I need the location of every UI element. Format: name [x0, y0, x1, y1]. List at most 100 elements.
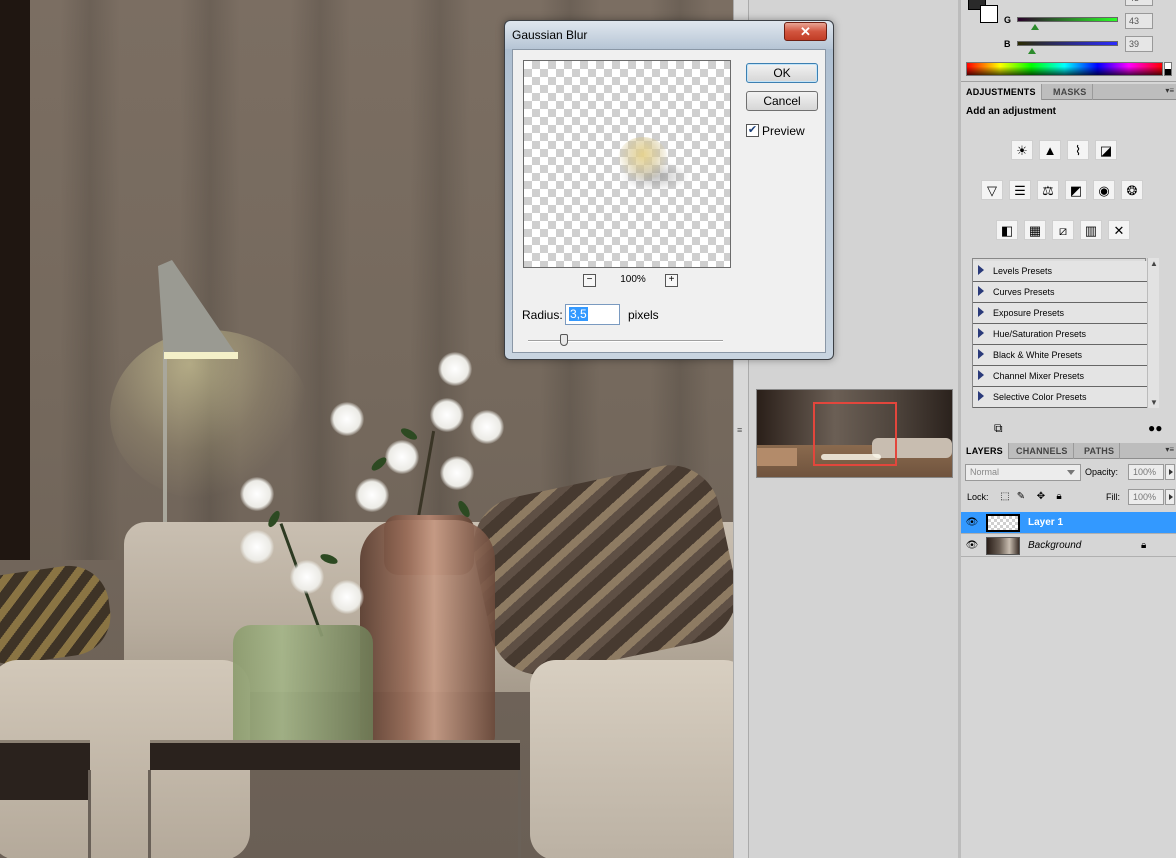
- channel-mixer-icon[interactable]: ❂: [1121, 180, 1143, 200]
- fill-arrow-icon[interactable]: [1165, 489, 1175, 505]
- expand-arrow-icon[interactable]: [978, 265, 984, 275]
- expand-arrow-icon[interactable]: [978, 391, 984, 401]
- channel-g-slider[interactable]: [1017, 17, 1118, 22]
- radius-slider-thumb[interactable]: [560, 334, 568, 346]
- radius-input[interactable]: 3,5: [565, 304, 620, 325]
- tab-paths[interactable]: PATHS: [1079, 443, 1121, 459]
- radius-slider-track[interactable]: [528, 340, 723, 342]
- black-white-ramp[interactable]: [1164, 62, 1172, 76]
- fill-label: Fill:: [1106, 492, 1120, 502]
- channel-b-label: B: [1004, 39, 1011, 49]
- channel-b-thumb[interactable]: [1028, 48, 1036, 54]
- dialog-titlebar[interactable]: Gaussian Blur ✕: [505, 21, 833, 49]
- photo-filter-icon[interactable]: ◉: [1093, 180, 1115, 200]
- clip-to-layer-icon[interactable]: ●●: [1148, 421, 1163, 435]
- preset-channel-mixer[interactable]: Channel Mixer Presets: [973, 366, 1147, 387]
- background-color-swatch[interactable]: [980, 5, 998, 23]
- fill-input[interactable]: 100%: [1128, 489, 1164, 505]
- panel-menu-icon[interactable]: ▾≡: [1165, 86, 1174, 95]
- posterize-icon[interactable]: ▦: [1024, 220, 1046, 240]
- canvas-sofa-seat: [530, 660, 733, 858]
- blend-mode-select[interactable]: Normal: [965, 464, 1081, 481]
- canvas-table-leg: [148, 770, 151, 858]
- layer-thumbnail: [986, 514, 1020, 532]
- preset-black-white[interactable]: Black & White Presets: [973, 345, 1147, 366]
- lock-label: Lock:: [967, 492, 989, 502]
- channel-g-value[interactable]: 43: [1125, 13, 1153, 29]
- preview-checkbox[interactable]: ✔: [746, 124, 759, 137]
- preset-label: Curves Presets: [993, 287, 1055, 297]
- canvas-bronze-vase: [360, 520, 495, 750]
- tab-masks[interactable]: MASKS: [1048, 84, 1093, 100]
- threshold-icon[interactable]: ⧄: [1052, 220, 1074, 240]
- hue-saturation-icon[interactable]: ☰: [1009, 180, 1031, 200]
- lock-pixels-brush-icon[interactable]: ✎: [1015, 491, 1027, 502]
- panel-menu-icon[interactable]: ▾≡: [1165, 445, 1174, 454]
- selective-color-icon[interactable]: ✕: [1108, 220, 1130, 240]
- visibility-eye-icon[interactable]: 👁︎: [965, 540, 979, 551]
- ok-button[interactable]: OK: [746, 63, 818, 83]
- radius-unit: pixels: [628, 308, 659, 322]
- brightness-contrast-icon[interactable]: ☀: [1011, 140, 1033, 160]
- preset-levels[interactable]: Levels Presets: [973, 261, 1147, 282]
- return-to-list-icon[interactable]: ⧉: [994, 421, 1003, 436]
- preset-hue-saturation[interactable]: Hue/Saturation Presets: [973, 324, 1147, 345]
- preset-label: Black & White Presets: [993, 350, 1083, 360]
- cancel-button[interactable]: Cancel: [746, 91, 818, 111]
- lock-position-move-icon[interactable]: ✥: [1035, 491, 1047, 502]
- layer-thumbnail: [986, 537, 1020, 555]
- blur-preview-window[interactable]: [523, 60, 731, 268]
- expand-arrow-icon[interactable]: [978, 286, 984, 296]
- zoom-out-button[interactable]: −: [583, 274, 596, 287]
- canvas-table-leg: [88, 770, 91, 858]
- layer-row-layer-1[interactable]: 👁︎ Layer 1: [961, 512, 1176, 534]
- visibility-eye-icon[interactable]: 👁︎: [965, 517, 979, 528]
- layer-row-background[interactable]: 👁︎ Background 🔒︎: [961, 535, 1176, 557]
- curves-icon[interactable]: ⌇: [1067, 140, 1089, 160]
- opacity-input[interactable]: 100%: [1128, 464, 1164, 480]
- lock-all-icon[interactable]: 🔒︎: [1053, 491, 1065, 502]
- channel-b-slider[interactable]: [1017, 41, 1118, 46]
- zoom-in-button[interactable]: +: [665, 274, 678, 287]
- color-spectrum-ramp[interactable]: [966, 62, 1163, 76]
- tab-channels[interactable]: CHANNELS: [1011, 443, 1074, 459]
- scroll-down-icon[interactable]: ▼: [1150, 398, 1158, 407]
- navigator-thumbnail[interactable]: [756, 389, 953, 478]
- right-panel-dock: 43 G 43 B 39 ADJUSTMENTS MASKS ▾≡ Add an…: [961, 0, 1176, 858]
- presets-scrollbar[interactable]: ▲ ▼: [1147, 258, 1159, 408]
- color-balance-icon[interactable]: ⚖: [1037, 180, 1059, 200]
- scroll-up-icon[interactable]: ▲: [1150, 259, 1158, 268]
- vibrance-icon[interactable]: ▽: [981, 180, 1003, 200]
- channel-b-value[interactable]: 39: [1125, 36, 1153, 52]
- canvas-flower: [330, 402, 364, 436]
- navigator-view-box[interactable]: [813, 402, 897, 466]
- tab-adjustments[interactable]: ADJUSTMENTS: [961, 84, 1042, 100]
- channel-g-thumb[interactable]: [1031, 24, 1039, 30]
- dialog-body: − 100% + Radius: 3,5 pixels OK Cancel ✔ …: [512, 49, 826, 353]
- adjustments-tabbar: ADJUSTMENTS MASKS ▾≡: [961, 84, 1176, 100]
- adjustments-heading: Add an adjustment: [966, 106, 1057, 117]
- channel-g-label: G: [1004, 15, 1012, 25]
- channel-r-value[interactable]: 43: [1125, 0, 1153, 6]
- tab-layers[interactable]: LAYERS: [961, 443, 1009, 459]
- gradient-map-icon[interactable]: ▥: [1080, 220, 1102, 240]
- levels-icon[interactable]: ▲: [1039, 140, 1061, 160]
- invert-icon[interactable]: ◧: [996, 220, 1018, 240]
- expand-arrow-icon[interactable]: [978, 349, 984, 359]
- minus-icon: −: [586, 274, 593, 285]
- chevron-down-icon[interactable]: [1067, 470, 1075, 475]
- expand-arrow-icon[interactable]: [978, 328, 984, 338]
- preset-exposure[interactable]: Exposure Presets: [973, 303, 1147, 324]
- preset-curves[interactable]: Curves Presets: [973, 282, 1147, 303]
- black-white-icon[interactable]: ◩: [1065, 180, 1087, 200]
- opacity-arrow-icon[interactable]: [1165, 464, 1175, 480]
- navigator-thumb-sofa: [757, 448, 797, 466]
- exposure-icon[interactable]: ◪: [1095, 140, 1117, 160]
- preset-selective-color[interactable]: Selective Color Presets: [973, 387, 1147, 408]
- canvas-flower: [240, 477, 274, 511]
- close-button[interactable]: ✕: [784, 22, 827, 41]
- expand-arrow-icon[interactable]: [978, 370, 984, 380]
- divider-grip-icon[interactable]: ≡: [737, 425, 744, 435]
- expand-arrow-icon[interactable]: [978, 307, 984, 317]
- lock-transparency-icon[interactable]: ⬚: [999, 491, 1011, 502]
